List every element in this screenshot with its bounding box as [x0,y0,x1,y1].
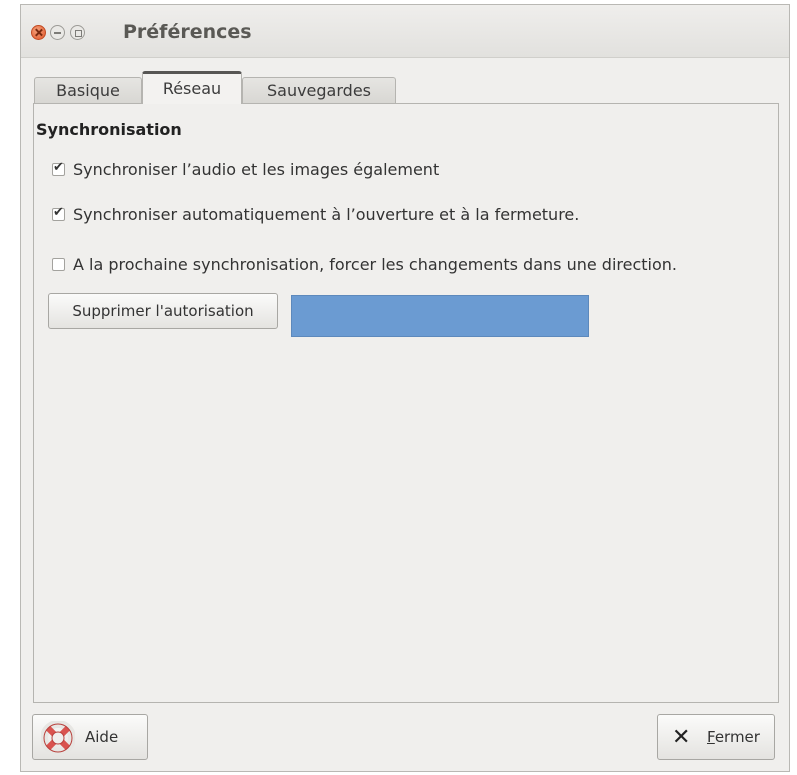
close-button[interactable]: ✕ Fermer [657,714,775,760]
close-label: Fermer [707,728,760,746]
checkbox-unchecked[interactable] [52,258,65,271]
tab-sauvegardes[interactable]: Sauvegardes [242,77,396,103]
revoke-authorization-button[interactable]: Supprimer l'autorisation [48,293,278,329]
force-changes-option[interactable]: A la prochaine synchronisation, forcer l… [52,255,677,274]
preferences-window: Préférences Basique Réseau Sauvegardes S… [20,4,790,772]
window-title: Préférences [123,21,252,43]
option-label: Synchroniser l’audio et les images égale… [73,160,440,179]
window-close-icon[interactable] [31,25,46,40]
window-maximize-icon[interactable] [70,25,85,40]
option-label: A la prochaine synchronisation, forcer l… [73,255,677,274]
tab-panel [33,103,779,703]
title-bar[interactable]: Préférences [21,5,789,58]
window-minimize-icon[interactable] [50,25,65,40]
option-label: Synchroniser automatiquement à l’ouvertu… [73,205,580,224]
auto-sync-option[interactable]: Synchroniser automatiquement à l’ouvertu… [52,205,579,224]
sync-audio-images-option[interactable]: Synchroniser l’audio et les images égale… [52,160,439,179]
redacted-area [291,295,589,337]
tab-basique[interactable]: Basique [34,77,142,103]
checkbox-checked[interactable] [52,205,65,221]
lifebuoy-icon [41,721,75,755]
section-title: Synchronisation [36,120,182,139]
checkbox-checked[interactable] [52,160,65,176]
help-label: Aide [85,728,119,746]
tab-reseau[interactable]: Réseau [142,71,242,104]
x-icon: ✕ [672,725,691,750]
help-button[interactable]: Aide [32,714,148,760]
